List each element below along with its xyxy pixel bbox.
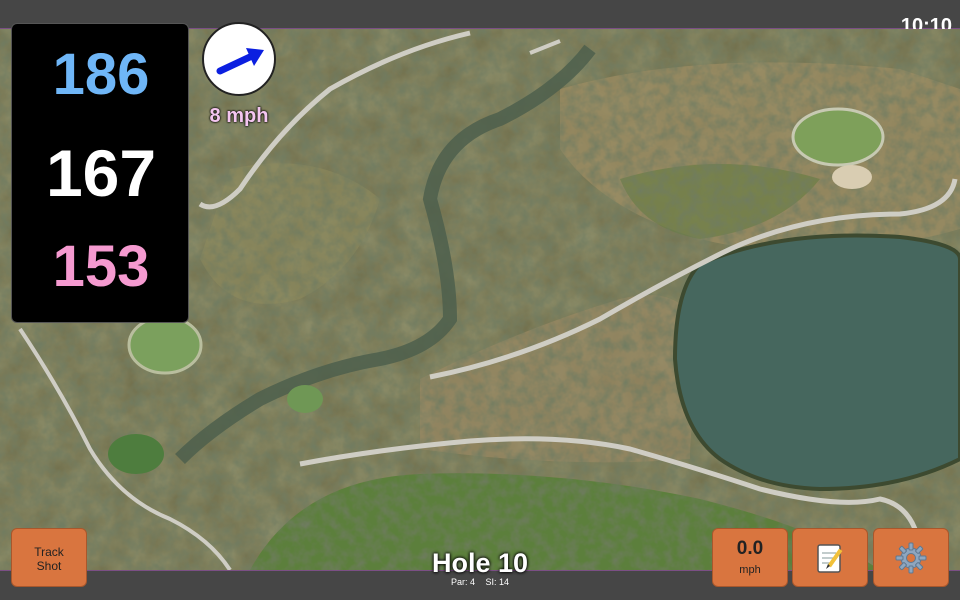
golf-gps-screen: 10:10 186 167 153 8 mph Hole 10 Par: 4 S… <box>0 0 960 600</box>
track-shot-button[interactable]: Track Shot <box>11 528 87 587</box>
yardage-panel: 186 167 153 <box>11 23 189 323</box>
hole-info: Par: 4 SI: 14 <box>380 577 580 587</box>
speed-value: 0.0 <box>736 538 764 559</box>
speed-unit: mph <box>739 564 761 576</box>
settings-button[interactable] <box>873 528 949 587</box>
hole-title: Hole 10 <box>431 548 529 578</box>
arrow-icon <box>216 48 264 75</box>
back-distance: 186 <box>52 42 150 107</box>
hole-stroke-index: SI: 14 <box>485 577 510 587</box>
wind-direction-dial <box>202 22 276 96</box>
gear-icon <box>895 542 927 574</box>
front-distance: 153 <box>52 234 150 299</box>
wind-speed: 8 mph <box>209 105 269 127</box>
track-shot-label: Track Shot <box>34 545 64 573</box>
speed-button[interactable]: 0.0 mph <box>712 528 788 587</box>
hole-par: Par: 4 <box>450 577 475 587</box>
middle-distance: 167 <box>45 136 157 210</box>
notes-button[interactable] <box>792 528 868 587</box>
notepad-icon <box>817 544 843 573</box>
